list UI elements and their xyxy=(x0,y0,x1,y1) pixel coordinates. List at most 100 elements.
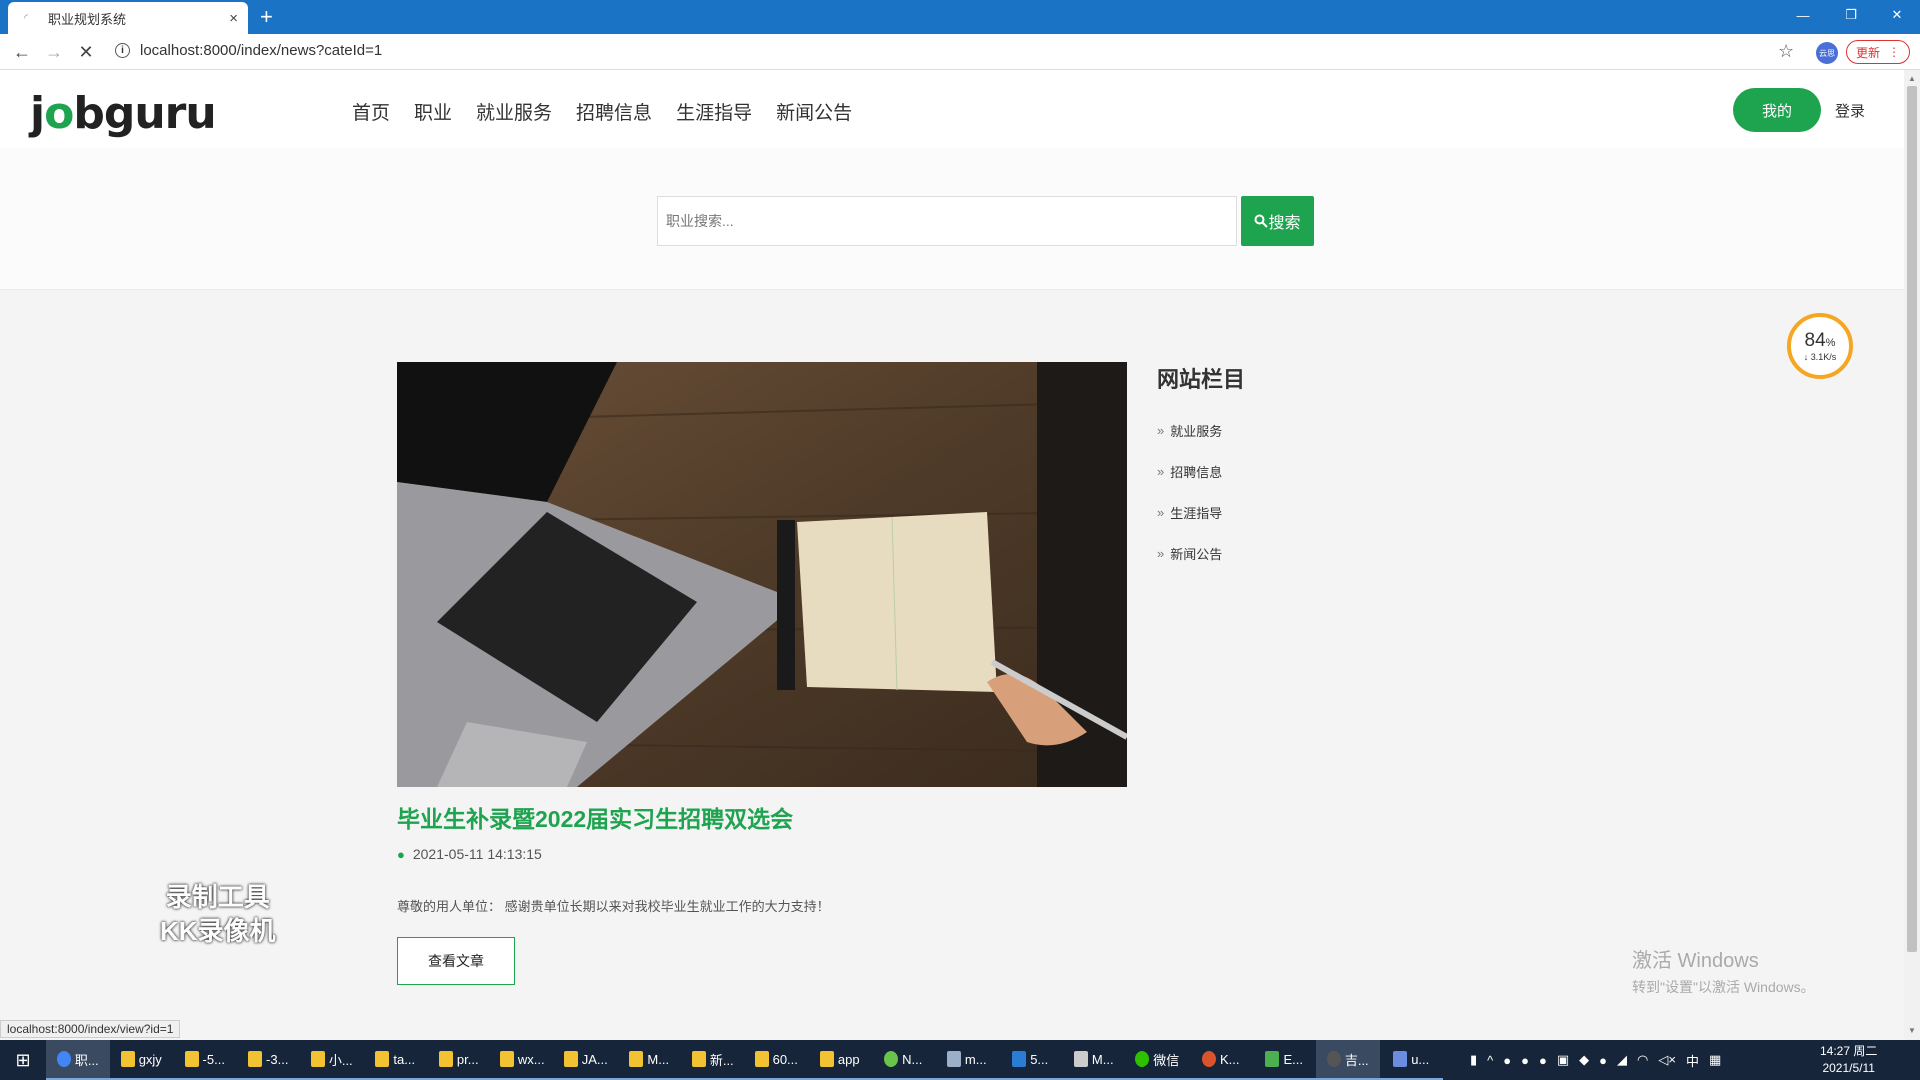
taskbar-item-label: m... xyxy=(964,1051,987,1067)
address-bar: ← → ✕ i localhost:8000/index/news?cateId… xyxy=(0,34,1920,70)
taskbar-item-label: E... xyxy=(1283,1051,1303,1067)
app-icon xyxy=(1326,1051,1341,1067)
restore-icon[interactable]: ❐ xyxy=(1828,0,1874,30)
search-button[interactable]: 搜索 xyxy=(1241,196,1314,246)
tray-app-icon[interactable]: ▣ xyxy=(1557,1052,1569,1068)
folder-icon xyxy=(691,1051,706,1067)
tray-app-icon[interactable]: ● xyxy=(1539,1053,1547,1068)
stop-loading-icon[interactable]: ✕ xyxy=(74,40,98,64)
chevron-up-icon[interactable]: ^ xyxy=(1487,1053,1493,1068)
scroll-down-icon[interactable]: ▼ xyxy=(1907,1026,1917,1035)
network-icon[interactable]: ◢ xyxy=(1617,1052,1627,1068)
node-icon xyxy=(884,1051,899,1067)
menu-dots-icon: ⋮ xyxy=(1888,45,1900,59)
taskbar-item[interactable]: -5... xyxy=(173,1040,237,1080)
info-icon[interactable]: i xyxy=(115,43,130,58)
tab-title: 职业规划系统 xyxy=(48,11,127,27)
network-speed-widget[interactable]: 84% ↓ 3.1K/s xyxy=(1787,313,1853,379)
taskbar-item[interactable]: 5... xyxy=(998,1040,1062,1080)
volume-icon[interactable]: ◁× xyxy=(1658,1052,1676,1068)
sidebar-item-career-guidance[interactable]: » 生涯指导 xyxy=(1157,492,1222,533)
taskbar-item[interactable]: 小... xyxy=(300,1040,364,1080)
keyboard-icon[interactable]: ▦ xyxy=(1709,1052,1721,1068)
taskbar-item-label: K... xyxy=(1219,1051,1240,1067)
taskbar-item[interactable]: N... xyxy=(871,1040,935,1080)
search-section: 职业搜索... 搜索 xyxy=(0,148,1904,290)
back-icon[interactable]: ← xyxy=(10,40,34,64)
tray-app-icon[interactable]: ◆ xyxy=(1579,1052,1589,1068)
browser-tab-bar: ◜ 职业规划系统 × + — ❐ ✕ xyxy=(0,0,1920,34)
system-clock[interactable]: 14:27 周二 2021/5/11 xyxy=(1820,1043,1877,1077)
taskbar-item-label: N... xyxy=(902,1051,923,1067)
nav-news[interactable]: 新闻公告 xyxy=(776,98,852,125)
taskbar-item[interactable]: -3... xyxy=(236,1040,300,1080)
nav-recruitment[interactable]: 招聘信息 xyxy=(576,98,652,125)
wechat-tray-icon[interactable]: ● xyxy=(1599,1053,1607,1068)
sidebar-item-news[interactable]: » 新闻公告 xyxy=(1157,533,1222,574)
taskbar-item[interactable]: app xyxy=(808,1040,872,1080)
taskbar-item[interactable]: 60... xyxy=(744,1040,808,1080)
taskbar-item[interactable]: E... xyxy=(1252,1040,1316,1080)
ime-indicator[interactable]: 中 xyxy=(1686,1051,1699,1070)
taskbar-item[interactable]: u... xyxy=(1379,1040,1443,1080)
article-title[interactable]: 毕业生补录暨2022届实习生招聘双选会 xyxy=(397,800,793,834)
nav-career[interactable]: 职业 xyxy=(414,98,452,125)
chevron-right-icon: » xyxy=(1157,423,1165,438)
close-tab-icon[interactable]: × xyxy=(229,10,238,27)
taskbar-item-label: wx... xyxy=(517,1051,545,1067)
taskbar-item-label: -5... xyxy=(202,1051,225,1067)
url-field[interactable]: i localhost:8000/index/news?cateId=1 xyxy=(115,42,382,59)
taskbar-item[interactable]: K... xyxy=(1189,1040,1253,1080)
profile-avatar[interactable]: 云思 xyxy=(1816,42,1838,64)
taskbar-item[interactable]: m... xyxy=(935,1040,999,1080)
tray-app-icon[interactable]: ● xyxy=(1521,1053,1529,1068)
speed-percent: 84% xyxy=(1805,330,1836,352)
update-button[interactable]: 更新 ⋮ xyxy=(1846,40,1910,64)
window-close-icon[interactable]: ✕ xyxy=(1874,0,1920,30)
minimize-icon[interactable]: — xyxy=(1780,0,1826,30)
taskbar-item[interactable]: M... xyxy=(617,1040,681,1080)
login-link[interactable]: 登录 xyxy=(1835,100,1865,121)
scrollbar-thumb[interactable] xyxy=(1907,86,1917,952)
taskbar-item[interactable]: pr... xyxy=(427,1040,491,1080)
clock-date: 2021/5/11 xyxy=(1822,1061,1875,1075)
read-article-button[interactable]: 查看文章 xyxy=(397,937,515,985)
article-image[interactable] xyxy=(397,362,1127,787)
taskbar-item[interactable]: 微信 xyxy=(1125,1040,1189,1080)
taskbar-item[interactable]: 职... xyxy=(46,1040,110,1080)
sidebar-item-employment-services[interactable]: » 就业服务 xyxy=(1157,410,1222,451)
forward-icon[interactable]: → xyxy=(42,40,66,64)
laptop-notebook-photo xyxy=(397,362,1127,787)
taskbar-item-label: u... xyxy=(1411,1051,1430,1067)
sidebar-list: » 就业服务 » 招聘信息 » 生涯指导 » 新闻公告 xyxy=(1157,410,1222,574)
taskbar-item-label: M... xyxy=(647,1051,670,1067)
new-tab-button[interactable]: + xyxy=(260,6,273,28)
sidebar-item-label: 就业服务 xyxy=(1170,424,1223,439)
nav-employment-services[interactable]: 就业服务 xyxy=(476,98,552,125)
windows-start-icon[interactable]: ⊞ xyxy=(0,1040,46,1080)
taskbar-item[interactable]: M... xyxy=(1062,1040,1126,1080)
nav-career-guidance[interactable]: 生涯指导 xyxy=(676,98,752,125)
taskbar-item[interactable]: wx... xyxy=(490,1040,554,1080)
update-label: 更新 xyxy=(1855,45,1880,60)
my-button[interactable]: 我的 xyxy=(1733,88,1821,132)
bookmark-star-icon[interactable]: ☆ xyxy=(1778,41,1794,62)
nav-home[interactable]: 首页 xyxy=(352,98,390,125)
taskbar-item-label: 职... xyxy=(74,1052,99,1068)
battery-icon[interactable]: ▮ xyxy=(1470,1052,1477,1068)
taskbar-item[interactable]: 吉... xyxy=(1316,1040,1380,1080)
taskbar-item[interactable]: JA... xyxy=(554,1040,618,1080)
wifi-icon[interactable]: ◠ xyxy=(1637,1052,1648,1068)
article-excerpt: 尊敬的用人单位： 感谢贵单位长期以来对我校毕业生就业工作的大力支持！ xyxy=(397,899,830,914)
search-input[interactable]: 职业搜索... xyxy=(657,196,1237,246)
site-logo[interactable]: jobguru xyxy=(30,88,217,139)
logo-part: j xyxy=(30,88,45,139)
tray-app-icon[interactable]: ● xyxy=(1503,1053,1511,1068)
taskbar-item[interactable]: gxjy xyxy=(109,1040,173,1080)
taskbar-item[interactable]: ta... xyxy=(363,1040,427,1080)
browser-tab[interactable]: ◜ 职业规划系统 × xyxy=(8,2,248,34)
sidebar-item-recruitment[interactable]: » 招聘信息 xyxy=(1157,451,1222,492)
main-nav: 首页 职业 就业服务 招聘信息 生涯指导 新闻公告 xyxy=(352,98,852,125)
scroll-up-icon[interactable]: ▲ xyxy=(1907,74,1917,83)
taskbar-item[interactable]: 新... xyxy=(681,1040,745,1080)
